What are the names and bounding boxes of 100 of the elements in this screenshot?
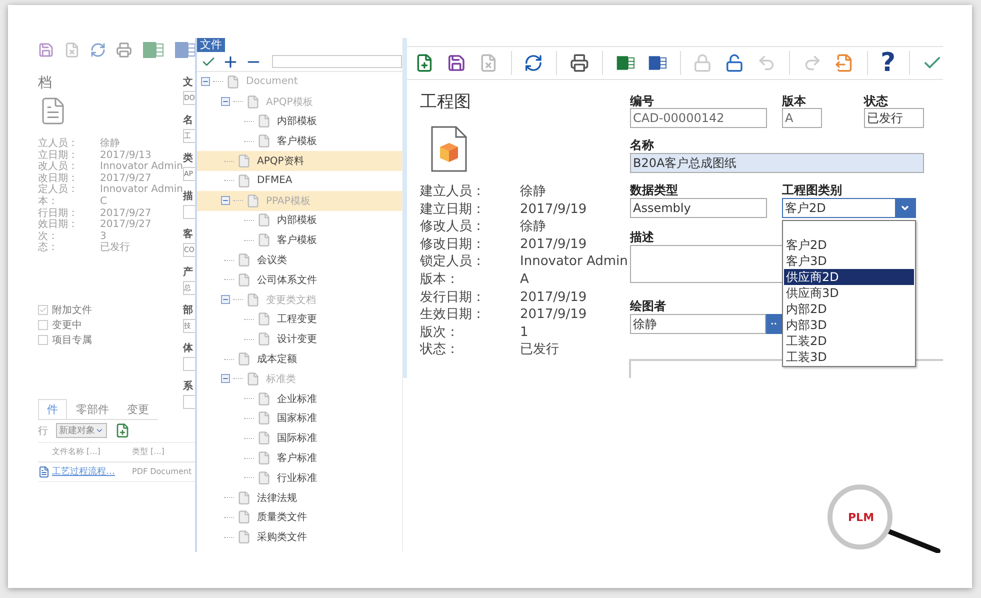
collapse-icon[interactable] [221,97,230,106]
input-field[interactable]: CAD-00000142 [630,108,767,128]
input-field[interactable]: A [782,108,822,128]
collapse-icon[interactable] [221,196,230,206]
property-value: 徐静 [100,138,120,150]
spreadsheet-icon[interactable] [142,40,164,61]
file-icon [237,530,251,544]
tree-row[interactable]: 工程变更 [197,310,402,330]
tree-row[interactable]: 企业标准 [197,388,402,409]
collapse-icon[interactable] [201,77,210,86]
tree-label: 变更类文档 [266,294,316,307]
property-value: 2017/9/19 [520,306,587,324]
tree-row[interactable]: 内部模板 [197,210,402,230]
tree-label: DFMEA [257,175,292,186]
property-label: 效日期： [38,219,78,231]
input-field[interactable]: B20A客户总成图纸 [630,153,924,173]
unlock-icon[interactable] [725,52,744,74]
property-value: A [520,270,529,289]
file-icon [246,372,260,386]
tree-row[interactable]: 国家标准 [197,408,402,428]
field-label: 类 [183,153,194,165]
property-label: 修改人员： [420,218,485,236]
file-icon [257,411,271,426]
property-value: 2017/9/13 [100,150,152,161]
checkbox[interactable] [38,335,48,346]
property-value: 2017/9/19 [520,236,587,254]
input-field[interactable]: Assembly [630,198,767,218]
logo-text: PLM [848,511,874,524]
tree-row[interactable]: DFMEA [197,170,402,191]
tab[interactable]: 变更 [118,398,158,419]
cancel-icon[interactable] [64,42,80,58]
tree-row[interactable]: 成本定额 [197,349,402,369]
property-value: Innovator Admin [520,253,628,271]
tree-row[interactable]: 采购类文件 [197,527,402,548]
file-icon [257,332,271,346]
tree-row[interactable]: 公司体系文件 [197,270,402,290]
dropdown-option[interactable]: 供应商2D [784,269,914,285]
file-icon [257,431,271,446]
tree-row[interactable]: APQP资料 [197,151,402,171]
file-icon [257,451,271,466]
tree-label: 内部模板 [277,114,317,128]
pdf-file-icon [38,466,50,478]
property-label: 行日期： [38,208,78,219]
checkbox[interactable] [38,305,48,316]
tree-label: 质量类文件 [257,510,307,524]
tree-row[interactable]: 质量类文件 [197,508,402,528]
field-label: 客 [183,229,194,241]
file-icon [257,392,271,406]
printer-icon[interactable] [570,52,590,74]
category-select[interactable]: 客户2D [782,198,916,218]
tree-row[interactable]: 客户模板 [197,230,402,250]
item-title: 工程图 [420,91,472,113]
add-file-icon[interactable] [115,423,130,438]
field-label: 系 [183,381,194,393]
search-field[interactable] [272,55,402,68]
tree-label: 会议类 [257,254,287,268]
property-value: 2017/9/19 [520,200,587,218]
property-label: 锁定人员： [420,253,485,271]
cancel-icon[interactable] [478,52,498,74]
collapse-icon[interactable] [221,374,230,384]
input-field[interactable]: 徐静 [630,314,766,334]
tree-label: 内部模板 [277,214,317,228]
tab[interactable]: 零部件 [67,398,118,419]
property-label: 定人员： [38,184,78,196]
field-label: 版本 [782,94,807,108]
tree-row[interactable]: 设计变更 [197,329,402,350]
refresh-icon[interactable] [524,52,544,74]
property-value: 3 [100,230,106,242]
panel-title: 文件 [197,38,225,52]
browse-button[interactable]: ·· [766,314,782,334]
save-icon[interactable] [446,52,466,74]
new-item-icon[interactable] [415,52,434,74]
field-label: 名称 [630,138,654,152]
property-value: Innovator Admin [100,161,183,173]
field-label: 绘图者 [630,299,666,313]
field-label: 体 [183,343,194,355]
field-label: 部 [183,305,194,317]
checkbox[interactable] [38,320,48,330]
file-icon [237,490,251,505]
tree-row[interactable]: 行业标准 [197,468,402,488]
property-label: 状态： [420,341,459,359]
property-label: 立日期： [38,150,78,161]
tree-label: 客户模板 [277,134,317,148]
collapse-icon[interactable] [221,295,230,304]
tree-row[interactable]: 会议类 [197,250,402,270]
help-button[interactable]: ? [880,50,896,76]
caret-icon [900,203,910,213]
input-field[interactable]: 已发行 [864,108,924,128]
tree-row[interactable]: 内部模板 [197,112,402,132]
property-value: C [100,196,107,208]
property-label: 版本： [420,270,459,289]
tree-row[interactable]: 国际标准 [197,428,402,448]
export-icon[interactable] [834,52,854,74]
property-value: 2017/9/19 [520,288,587,306]
tree-label: 成本定额 [257,352,297,366]
file-icon [237,510,251,524]
tree-row[interactable]: 客户模板 [197,131,402,152]
file-icon [237,174,251,188]
field-label: 状态 [864,94,889,108]
tree-row[interactable]: 法律法规 [197,488,402,508]
